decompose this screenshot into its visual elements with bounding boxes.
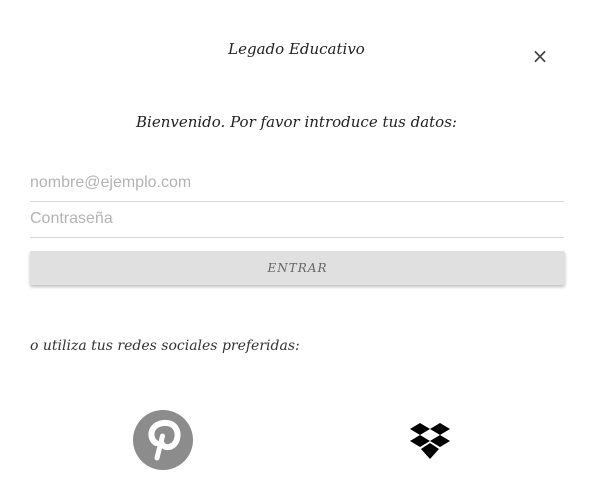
- welcome-message: Bienvenido. Por favor introduce tus dato…: [136, 113, 457, 131]
- dropbox-login-button[interactable]: [410, 422, 450, 460]
- dropbox-icon: [410, 423, 450, 459]
- dialog-title: Legado Educativo: [228, 40, 365, 58]
- close-icon[interactable]: ×: [530, 46, 550, 66]
- pinterest-login-button[interactable]: [133, 410, 193, 470]
- enter-button[interactable]: ENTRAR: [30, 251, 565, 285]
- password-field[interactable]: [30, 201, 564, 238]
- social-login-prompt: o utiliza tus redes sociales preferidas:: [30, 338, 300, 354]
- email-field[interactable]: [30, 165, 564, 202]
- pinterest-icon: [133, 410, 193, 470]
